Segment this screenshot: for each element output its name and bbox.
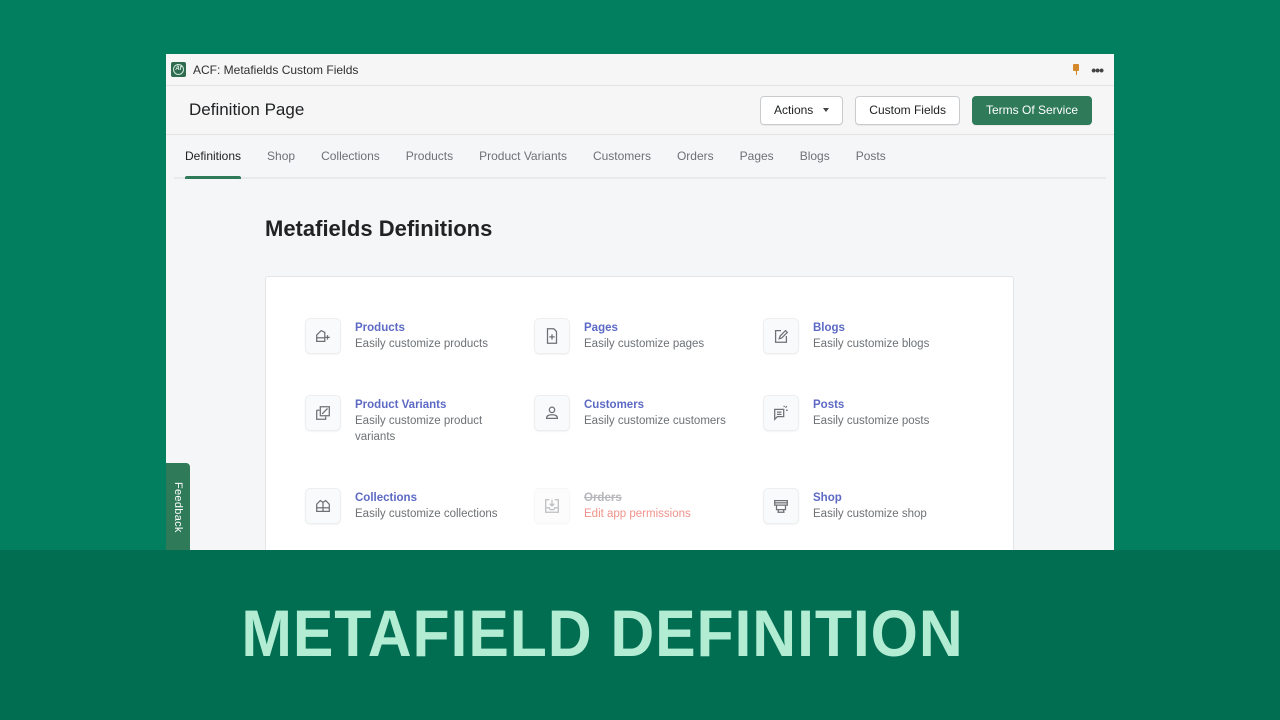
section-title: Metafields Definitions — [265, 216, 493, 241]
tab-bar: Definitions Shop Collections Products Pr… — [166, 135, 1114, 179]
tab-customers[interactable]: Customers — [593, 135, 651, 179]
item-title[interactable]: Product Variants — [355, 398, 505, 413]
promo-banner: METAFIELD DEFINITION — [0, 550, 1280, 720]
more-horizontal-icon[interactable]: ••• — [1091, 63, 1104, 77]
banner-headline: METAFIELD DEFINITION — [241, 596, 964, 670]
definition-item-customers[interactable]: Customers Easily customize customers — [535, 396, 750, 430]
store-icon — [764, 489, 798, 523]
tab-products[interactable]: Products — [406, 135, 453, 179]
definition-item-posts[interactable]: Posts Easily customize posts — [764, 396, 979, 430]
item-title[interactable]: Pages — [584, 321, 734, 336]
definition-item-blogs[interactable]: Blogs Easily customize blogs — [764, 319, 979, 353]
item-title[interactable]: Products — [355, 321, 505, 336]
product-icon — [306, 319, 340, 353]
feedback-label: Feedback — [172, 481, 184, 533]
tab-shop[interactable]: Shop — [267, 135, 295, 179]
item-desc: Easily customize products — [355, 338, 488, 350]
collections-icon — [306, 489, 340, 523]
item-desc: Easily customize customers — [584, 415, 726, 427]
feedback-button[interactable]: Feedback — [166, 463, 190, 551]
item-desc: Easily customize product variants — [355, 415, 483, 443]
pin-icon[interactable] — [1071, 63, 1081, 77]
actions-label: Actions — [773, 103, 814, 117]
app-titlebar: Af ACF: Metafields Custom Fields ••• — [166, 54, 1114, 86]
definitions-card: Products Easily customize products Pages… — [265, 276, 1014, 550]
app-name: ACF: Metafields Custom Fields — [193, 62, 359, 77]
item-desc: Easily customize shop — [813, 508, 927, 520]
item-title[interactable]: Posts — [813, 398, 963, 413]
definition-item-product-variants[interactable]: Product Variants Easily customize produc… — [306, 396, 521, 445]
definition-item-pages[interactable]: Pages Easily customize pages — [535, 319, 750, 353]
item-desc: Easily customize blogs — [813, 338, 930, 350]
terms-of-service-button[interactable]: Terms Of Service — [971, 95, 1092, 125]
page-add-icon — [535, 319, 569, 353]
item-title[interactable]: Collections — [355, 491, 505, 506]
tab-product-variants[interactable]: Product Variants — [479, 135, 567, 179]
tab-definitions[interactable]: Definitions — [185, 135, 242, 179]
tab-orders[interactable]: Orders — [677, 135, 714, 179]
actions-button[interactable]: Actions — [759, 95, 844, 125]
item-title[interactable]: Shop — [813, 491, 963, 506]
orders-icon — [535, 489, 569, 523]
page-header: Definition Page Actions Custom Fields Te… — [166, 86, 1114, 135]
edit-icon — [764, 319, 798, 353]
item-title: Orders — [584, 492, 622, 504]
edit-app-permissions-link[interactable]: Edit app permissions — [584, 506, 734, 522]
definition-item-products[interactable]: Products Easily customize products — [306, 319, 521, 353]
acf-logo-icon: Af — [171, 62, 186, 77]
app-window: Af ACF: Metafields Custom Fields ••• Def… — [166, 54, 1114, 550]
tab-pages[interactable]: Pages — [740, 135, 774, 179]
definition-item-shop[interactable]: Shop Easily customize shop — [764, 489, 979, 523]
item-title[interactable]: Blogs — [813, 321, 963, 336]
item-title[interactable]: Customers — [584, 398, 734, 413]
variants-icon — [306, 396, 340, 430]
tab-posts[interactable]: Posts — [856, 135, 886, 179]
item-desc: Easily customize pages — [584, 338, 705, 350]
definition-item-collections[interactable]: Collections Easily customize collections — [306, 489, 521, 523]
customer-icon — [535, 396, 569, 430]
definition-item-orders[interactable]: Orders Edit app permissions — [535, 489, 750, 523]
caret-down-icon — [823, 108, 830, 112]
post-icon — [764, 396, 798, 430]
tab-collections[interactable]: Collections — [321, 135, 380, 179]
item-desc: Easily customize posts — [813, 415, 930, 427]
tab-blogs[interactable]: Blogs — [800, 135, 830, 179]
custom-fields-button[interactable]: Custom Fields — [855, 95, 960, 125]
page-title: Definition Page — [189, 100, 305, 119]
item-desc: Easily customize collections — [355, 508, 498, 520]
